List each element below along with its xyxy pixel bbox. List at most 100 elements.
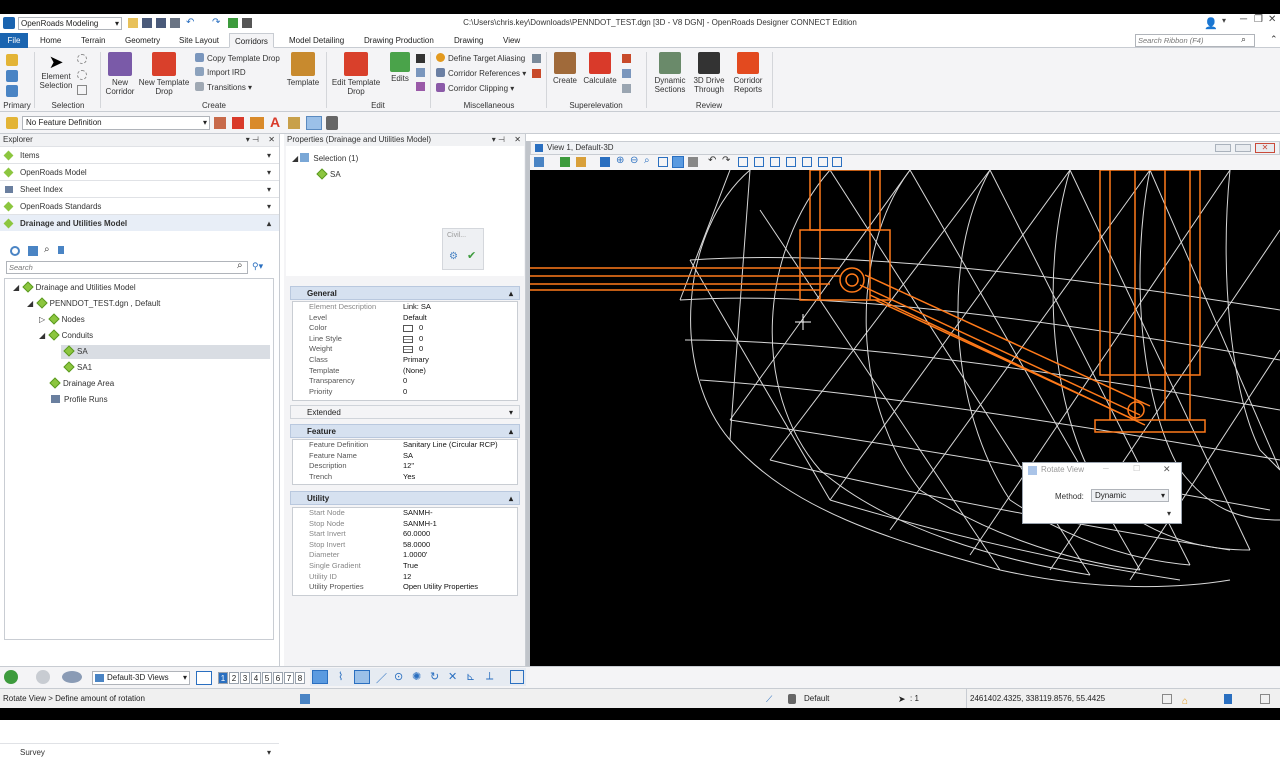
camera-icon[interactable]	[802, 157, 812, 167]
origin-snap-icon[interactable]: ✺	[412, 670, 421, 683]
transitions-button[interactable]: Transitions ▾	[195, 82, 252, 94]
attr-tool-icon[interactable]	[288, 117, 300, 129]
select-circle-icon[interactable]	[77, 54, 87, 64]
panel-splitter[interactable]	[526, 141, 530, 666]
search-options-icon[interactable]: ⚲▾	[252, 261, 263, 272]
view-next-icon[interactable]: ↷	[722, 155, 730, 166]
tree-item-sa1[interactable]: SA1	[63, 361, 92, 375]
active-level[interactable]: Default	[804, 689, 829, 709]
view-maximize-icon[interactable]	[1235, 144, 1251, 152]
prop-row[interactable]: Class Primary	[293, 355, 517, 366]
minimize-icon[interactable]: ─	[1240, 14, 1247, 25]
section-feature[interactable]: Feature ▴	[290, 424, 520, 438]
corridor-reports-button[interactable]: Corridor Reports	[728, 52, 768, 94]
ribbon-collapse-icon[interactable]: ⌃	[1270, 34, 1278, 45]
tree-item-conduits[interactable]: ◢ Conduits	[39, 329, 93, 343]
select-box-icon[interactable]	[77, 85, 87, 95]
display-style-icon[interactable]	[560, 157, 570, 167]
rotate-view-icon[interactable]	[672, 156, 684, 168]
view-button-8[interactable]: 8	[295, 672, 305, 684]
edits-button[interactable]: Edits	[386, 52, 414, 83]
tab-drawing[interactable]: Drawing	[449, 33, 488, 48]
civil-tools-icon[interactable]	[6, 54, 18, 66]
tree-item-dgn-file[interactable]: ◢ PENNDOT_TEST.dgn , Default	[27, 297, 160, 311]
intersection-snap-icon[interactable]: ✕	[448, 670, 457, 683]
search-icon[interactable]: ⌕	[1241, 34, 1246, 45]
attr-tool-icon[interactable]	[214, 117, 226, 129]
tree-item-profile-runs[interactable]: Profile Runs	[51, 393, 108, 407]
center-snap-icon[interactable]: ⊙	[394, 670, 403, 683]
view-button-2[interactable]: 2	[229, 672, 239, 684]
method-dropdown[interactable]: Dynamic ▾	[1091, 489, 1169, 502]
select-fence-icon[interactable]	[77, 70, 87, 80]
explorer-section-items[interactable]: Items ▾	[0, 146, 279, 163]
close-icon[interactable]: ✕	[514, 134, 521, 146]
selection-group[interactable]: ◢ Selection (1)	[292, 152, 358, 166]
design-file-icon[interactable]	[1224, 694, 1232, 704]
dialog-minimize-icon[interactable]: ─	[1103, 464, 1109, 473]
smartline-icon[interactable]: ⟋	[766, 689, 772, 709]
explorer-section-sheet-index[interactable]: Sheet Index ▾	[0, 180, 279, 197]
drive-through-button[interactable]: 3D Drive Through	[692, 52, 726, 94]
dialog-maximize-icon[interactable]: ☐	[1133, 464, 1140, 473]
edit-tool-icon[interactable]	[416, 68, 425, 77]
view-windows-icon[interactable]	[196, 671, 212, 685]
undo-icon[interactable]: ↶	[186, 17, 194, 28]
misc-tool-icon[interactable]	[532, 69, 541, 78]
corridor-clipping-button[interactable]: Corridor Clipping ▾	[436, 83, 514, 95]
prop-row[interactable]: Weight 0	[293, 344, 517, 355]
pin-icon[interactable]: ▾ ⊣	[246, 134, 259, 146]
element-selection-button[interactable]: ➤ Element Selection	[38, 52, 74, 90]
prop-row[interactable]: Feature Definition Sanitary Line (Circula…	[293, 440, 517, 451]
tab-drawing-production[interactable]: Drawing Production	[359, 33, 439, 48]
close-icon[interactable]: ✕	[1268, 14, 1276, 25]
back-icon[interactable]	[4, 670, 18, 684]
dialog-close-icon[interactable]: ✕	[1163, 464, 1171, 475]
prop-row[interactable]: Stop Node SANMH-1	[293, 519, 517, 530]
keypoint-snap-icon[interactable]: ⌇	[338, 670, 343, 683]
dynamic-sections-button[interactable]: Dynamic Sections	[650, 52, 690, 94]
parallel-snap-icon[interactable]: ⟂	[486, 670, 493, 683]
zoom-out-icon[interactable]: ⊖	[630, 155, 638, 166]
prop-row[interactable]: Element Description Link: SA	[293, 302, 517, 313]
explorer-search-input[interactable]: Search	[6, 261, 248, 274]
prop-row[interactable]: Line Style 0	[293, 334, 517, 345]
tab-corridors[interactable]: Corridors	[229, 33, 274, 48]
view-button-6[interactable]: 6	[273, 672, 283, 684]
tangent-snap-icon[interactable]: ↻	[430, 670, 439, 683]
prop-row[interactable]: Diameter 1.0000'	[293, 550, 517, 561]
maximize-icon[interactable]: ❐	[1254, 14, 1263, 25]
ribbon-search-input[interactable]: Search Ribbon (F4)	[1135, 34, 1255, 47]
clip-mask-icon[interactable]	[754, 157, 764, 167]
clip-volume-icon[interactable]	[738, 157, 748, 167]
tab-file[interactable]: File	[0, 33, 28, 48]
redo-icon[interactable]: ↷	[212, 17, 220, 28]
tab-terrain[interactable]: Terrain	[76, 33, 110, 48]
workflow-dropdown[interactable]: OpenRoads Modeling ▾	[18, 17, 122, 30]
forward-icon[interactable]	[36, 670, 50, 684]
check-icon[interactable]: ✔	[467, 249, 476, 262]
tab-model-detailing[interactable]: Model Detailing	[284, 33, 349, 48]
prop-row[interactable]: Transparency 0	[293, 376, 517, 387]
prop-row[interactable]: Start Node SANMH-	[293, 508, 517, 519]
view-button-3[interactable]: 3	[240, 672, 250, 684]
import-ird-button[interactable]: Import IRD	[195, 67, 246, 79]
view-canvas[interactable]: Rotate View ─ ☐ ✕ Method: Dynamic ▾ ▾	[530, 170, 1280, 666]
expand-dialog-icon[interactable]: ▾	[1167, 509, 1171, 518]
misc-tool-icon[interactable]	[532, 54, 541, 63]
user-menu-chevron-icon[interactable]: ▾	[1222, 16, 1226, 25]
prop-row[interactable]: Utility Properties Open Utility Propertie…	[293, 582, 517, 593]
gear-icon[interactable]: ⚙	[449, 251, 458, 262]
view-button-5[interactable]: 5	[262, 672, 272, 684]
prop-row[interactable]: Stop Invert 58.0000	[293, 540, 517, 551]
section-general[interactable]: General ▴	[290, 286, 520, 300]
lock-icon[interactable]	[326, 116, 338, 130]
tab-site-layout[interactable]: Site Layout	[174, 33, 224, 48]
section-utility[interactable]: Utility ▴	[290, 491, 520, 505]
accudraw-icon[interactable]	[300, 694, 310, 704]
tab-view[interactable]: View	[498, 33, 525, 48]
tree-item-nodes[interactable]: ▷ Nodes	[39, 313, 85, 327]
view-group-icon[interactable]	[62, 671, 82, 683]
view-button-7[interactable]: 7	[284, 672, 294, 684]
explorer-section-drainage-utilities[interactable]: Drainage and Utilities Model ▴	[0, 214, 279, 231]
